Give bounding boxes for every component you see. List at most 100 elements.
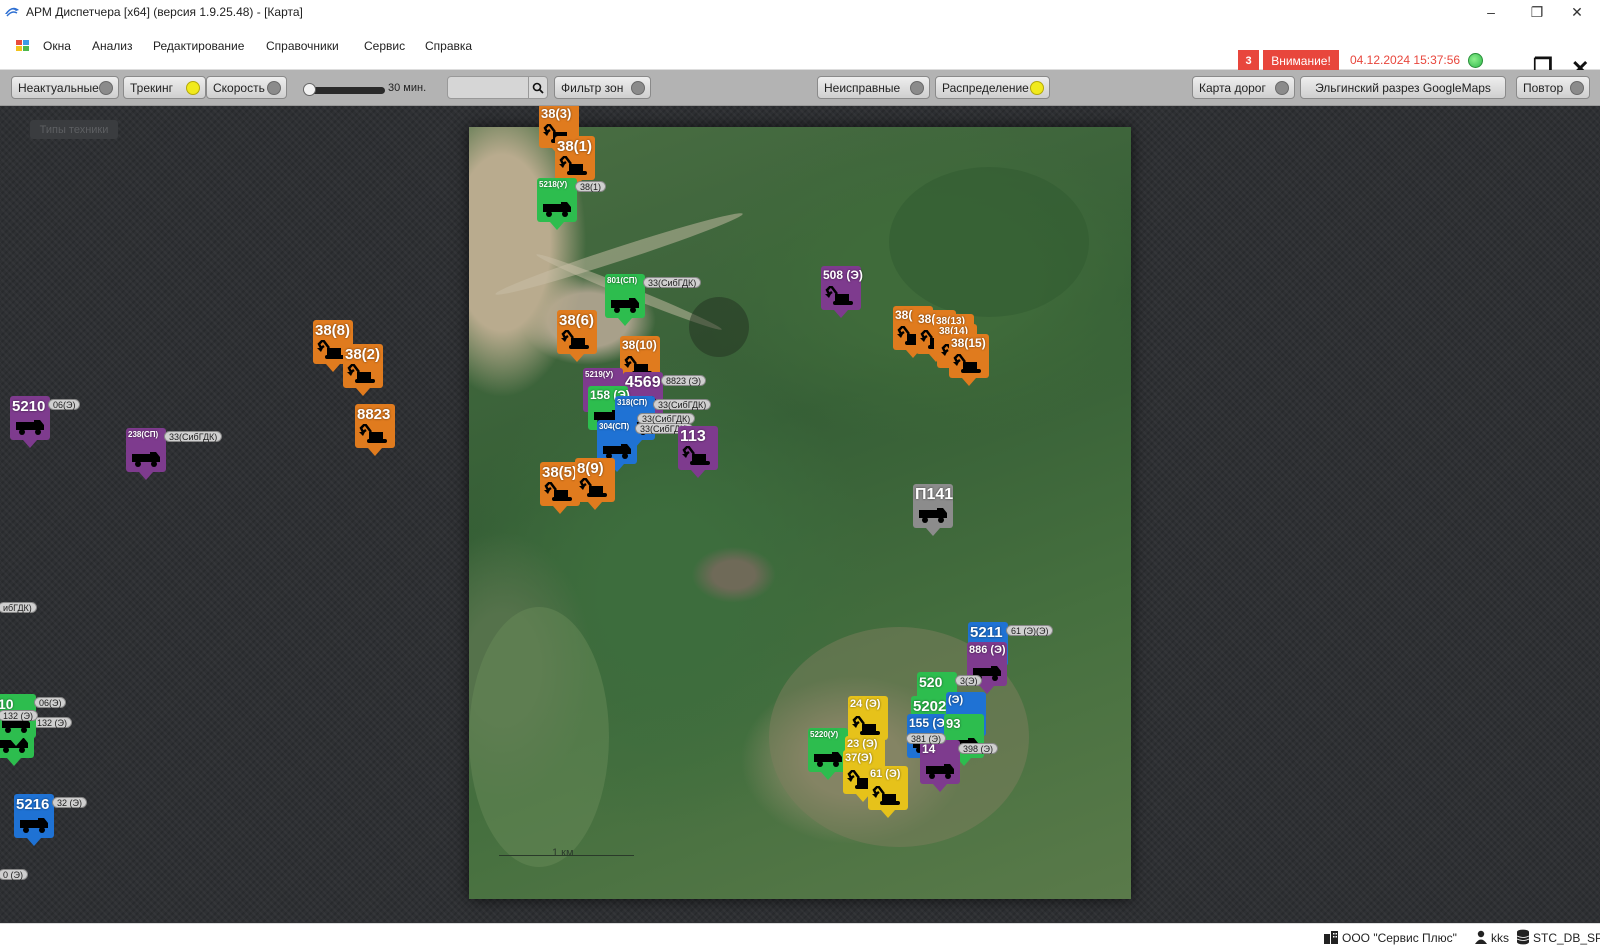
road-map-toggle[interactable]: Карта дорог bbox=[1192, 76, 1295, 99]
period-label: 30 мин. bbox=[388, 82, 427, 94]
excavator-icon bbox=[579, 478, 607, 497]
vehicle-marker[interactable]: 38(1) bbox=[555, 136, 595, 188]
vehicle-assignment-tag: 33(СибГДК) bbox=[164, 431, 223, 442]
vehicle-marker[interactable]: 5216 bbox=[14, 794, 54, 846]
road-map-label: Карта дорог bbox=[1199, 80, 1266, 95]
equipment-types-button[interactable]: Типы техники bbox=[30, 120, 118, 139]
repeat-indicator-icon bbox=[1570, 81, 1584, 95]
speed-toggle[interactable]: Скорость bbox=[206, 76, 287, 99]
vehicle-marker[interactable]: 5220(У) bbox=[808, 728, 848, 780]
excavator-icon bbox=[561, 330, 589, 349]
vehicle-assignment-tag: 381 (Э) bbox=[906, 733, 946, 744]
map-workspace[interactable]: Типы техники 1 км 38(3) 38(1) 5218(У) 38(1)… bbox=[0, 106, 1600, 923]
vehicle-marker-label: 38(8) bbox=[315, 322, 351, 339]
pit-shadow bbox=[689, 297, 749, 357]
vehicle-marker-label: 38(5) bbox=[542, 464, 578, 481]
status-bar: ООО "Сервис Плюс" kks STC_DB_SP bbox=[0, 923, 1600, 950]
tracking-toggle[interactable]: Трекинг bbox=[123, 76, 206, 99]
vehicle-marker[interactable]: 5210 bbox=[10, 396, 50, 448]
zone-filter-toggle[interactable]: Фильтр зон bbox=[554, 76, 651, 99]
vehicle-marker[interactable]: 38(5) bbox=[540, 462, 580, 514]
vehicle-assignment-tag: 33(СибГДК) bbox=[643, 277, 702, 288]
google-maps-layer-button[interactable]: Эльгинский разрез GoogleMaps bbox=[1300, 76, 1506, 99]
vehicle-marker-label: 37(Э) bbox=[845, 752, 873, 764]
vehicle-marker[interactable]: 38(6) bbox=[557, 310, 597, 362]
distribution-indicator-icon bbox=[1030, 81, 1044, 95]
vehicle-assignment-tag: ибГДК) bbox=[0, 602, 37, 613]
vehicle-assignment-tag: 398 (Э) bbox=[958, 743, 998, 754]
vehicle-assignment-tag: 33(СибГДК) bbox=[653, 399, 712, 410]
truck-icon bbox=[603, 444, 631, 459]
vehicle-marker[interactable]: 113 bbox=[678, 426, 718, 478]
faulty-toggle[interactable]: Неисправные bbox=[817, 76, 930, 99]
satellite-map[interactable]: 1 км bbox=[469, 127, 1131, 899]
vehicle-marker-label: 8(9) bbox=[577, 460, 604, 477]
excavator-icon bbox=[953, 354, 981, 373]
distribution-toggle[interactable]: Распределение bbox=[935, 76, 1050, 99]
vehicle-marker[interactable]: 238(СП) bbox=[126, 428, 166, 480]
nonactual-toggle[interactable]: Неактуальные bbox=[11, 76, 119, 99]
vehicle-assignment-tag: 33(СибГДК) bbox=[637, 413, 696, 424]
tracking-label: Трекинг bbox=[130, 80, 173, 95]
search-icon[interactable] bbox=[528, 76, 548, 99]
vehicle-marker[interactable]: 8823 bbox=[355, 404, 395, 456]
menu-service[interactable]: Сервис bbox=[364, 39, 405, 53]
excavator-icon bbox=[825, 286, 853, 305]
menu-edit[interactable]: Редактирование bbox=[153, 39, 244, 53]
distribution-label: Распределение bbox=[942, 80, 1029, 95]
nonactual-label: Неактуальные bbox=[18, 80, 99, 95]
vehicle-marker-label: 5216 bbox=[16, 796, 50, 813]
vehicle-marker[interactable]: 61 (Э) bbox=[868, 766, 908, 818]
vehicle-marker[interactable]: 14 bbox=[920, 740, 960, 792]
vehicle-marker-label: 238(СП) bbox=[128, 430, 159, 439]
close-window-button[interactable]: ✕ bbox=[1554, 0, 1600, 24]
vehicle-marker-label: 5220(У) bbox=[810, 730, 839, 739]
menu-windows[interactable]: Окна bbox=[43, 39, 71, 53]
vehicle-marker[interactable]: 38(2) bbox=[343, 344, 383, 396]
period-slider-handle[interactable] bbox=[303, 83, 316, 96]
vehicle-assignment-tag: 06(Э) bbox=[34, 697, 67, 708]
app-icon bbox=[5, 7, 19, 17]
menu-analysis[interactable]: Анализ bbox=[92, 39, 133, 53]
truck-icon bbox=[926, 764, 954, 779]
map-toolbar: Неактуальные Трекинг Скорость 30 мин. Фи… bbox=[0, 70, 1600, 106]
minimize-window-button[interactable]: – bbox=[1468, 0, 1514, 24]
vehicle-marker[interactable]: 5218(У) bbox=[537, 178, 577, 230]
vehicle-marker-label: П141 bbox=[915, 486, 954, 503]
vehicle-marker[interactable]: 508 (Э) bbox=[821, 266, 863, 318]
speed-indicator-icon bbox=[267, 81, 281, 95]
period-slider[interactable] bbox=[307, 87, 385, 94]
vehicle-marker-label: 4569 bbox=[625, 374, 661, 391]
menu-help[interactable]: Справка bbox=[425, 39, 472, 53]
attention-button[interactable]: Внимание! bbox=[1263, 50, 1339, 71]
window-title-bar: АРМ Диспетчера [x64] (версия 1.9.25.48) … bbox=[0, 0, 1600, 24]
vehicle-marker-label: 5211 bbox=[970, 624, 1003, 641]
vehicle-marker[interactable]: 38(15) bbox=[949, 334, 989, 386]
speed-label: Скорость bbox=[213, 80, 265, 95]
menu-references[interactable]: Справочники bbox=[266, 39, 339, 53]
faulty-label: Неисправные bbox=[824, 80, 901, 95]
search-input[interactable] bbox=[447, 76, 529, 99]
road-map-indicator-icon bbox=[1275, 81, 1289, 95]
alert-count-badge[interactable]: 3 bbox=[1238, 50, 1259, 71]
vehicle-marker-label: 318(СП) bbox=[617, 398, 648, 407]
organization-name: ООО "Сервис Плюс" bbox=[1342, 931, 1457, 945]
tracking-indicator-icon bbox=[186, 81, 200, 95]
vehicle-assignment-tag: 06(Э) bbox=[48, 399, 81, 410]
windows-grid-icon[interactable] bbox=[15, 39, 31, 53]
truck-icon bbox=[543, 202, 571, 217]
connection-status-icon bbox=[1468, 53, 1483, 68]
repeat-toggle[interactable]: Повтор bbox=[1516, 76, 1590, 99]
vehicle-marker-label: 38(3) bbox=[541, 106, 572, 121]
nonactual-indicator-icon bbox=[99, 81, 113, 95]
vehicle-marker-label: 5219(У) bbox=[585, 370, 614, 379]
repeat-label: Повтор bbox=[1523, 80, 1564, 95]
vehicle-marker-label: 61 (Э) bbox=[870, 768, 901, 780]
faulty-indicator-icon bbox=[910, 81, 924, 95]
vehicle-assignment-tag: 32 (Э) bbox=[52, 797, 87, 808]
vehicle-marker[interactable]: 801(СП) bbox=[605, 274, 645, 326]
vehicle-marker[interactable]: П141 bbox=[913, 484, 954, 536]
vehicle-marker-label: 886 (Э) bbox=[969, 644, 1006, 656]
vehicle-marker[interactable]: 24 (Э) bbox=[848, 696, 888, 748]
vehicle-marker[interactable]: 8(9) bbox=[575, 458, 615, 510]
